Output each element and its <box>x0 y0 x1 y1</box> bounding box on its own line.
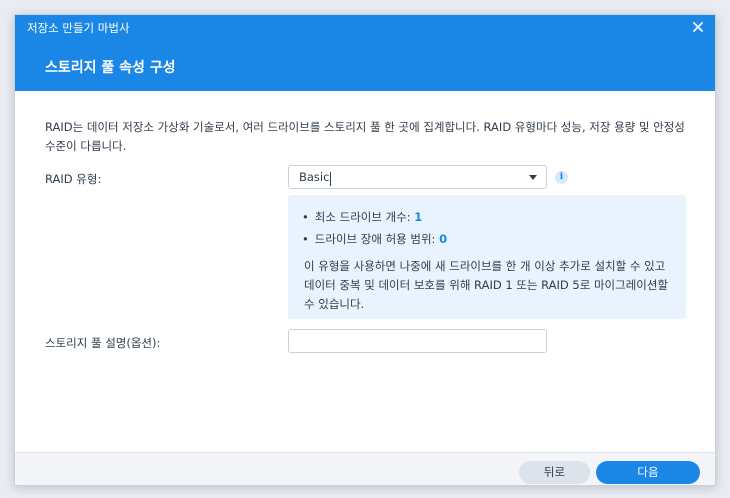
min-drives-label: 최소 드라이브 개수: <box>314 210 411 224</box>
raid-info-description: 이 유형을 사용하면 나중에 새 드라이브를 한 개 이상 추가로 설치할 수 … <box>304 259 669 311</box>
dialog-header: 저장소 만들기 마법사 스토리지 풀 속성 구성 <box>15 15 715 91</box>
description-input[interactable] <box>288 329 547 353</box>
raid-info-panel: • 최소 드라이브 개수: 1 • 드라이브 장애 허용 범위: 0 이 유형을 사… <box>288 195 686 319</box>
close-icon[interactable] <box>691 20 705 34</box>
raid-type-select[interactable]: Basic <box>288 165 547 189</box>
description-label: 스토리지 풀 설명(옵션): <box>45 336 161 350</box>
raid-type-value-text: Basic <box>299 170 330 184</box>
text-caret <box>330 172 332 186</box>
info-icon[interactable]: i <box>555 171 568 184</box>
page-title: 스토리지 풀 속성 구성 <box>45 60 176 76</box>
raid-type-value: Basic <box>299 170 332 186</box>
intro-text: RAID는 데이터 저장소 가상화 기술로서, 여러 드라이브를 스토리지 풀 … <box>45 120 685 153</box>
app-title: 저장소 만들기 마법사 <box>27 21 130 35</box>
next-button[interactable]: 다음 <box>596 461 700 484</box>
min-drives-item: • 최소 드라이브 개수: 1 <box>302 210 423 224</box>
fault-tolerance-item: • 드라이브 장애 허용 범위: 0 <box>302 232 448 246</box>
fault-tolerance-value: 0 <box>439 232 448 246</box>
back-button[interactable]: 뒤로 <box>519 461 590 484</box>
dialog-footer: 뒤로 다음 <box>15 452 715 485</box>
wizard-dialog: 저장소 만들기 마법사 스토리지 풀 속성 구성 RAID는 데이터 저장소 가… <box>14 14 716 486</box>
fault-tolerance-label: 드라이브 장애 허용 범위: <box>314 232 436 246</box>
chevron-down-icon <box>529 175 537 180</box>
raid-type-label: RAID 유형: <box>45 172 102 186</box>
min-drives-value: 1 <box>414 210 423 224</box>
